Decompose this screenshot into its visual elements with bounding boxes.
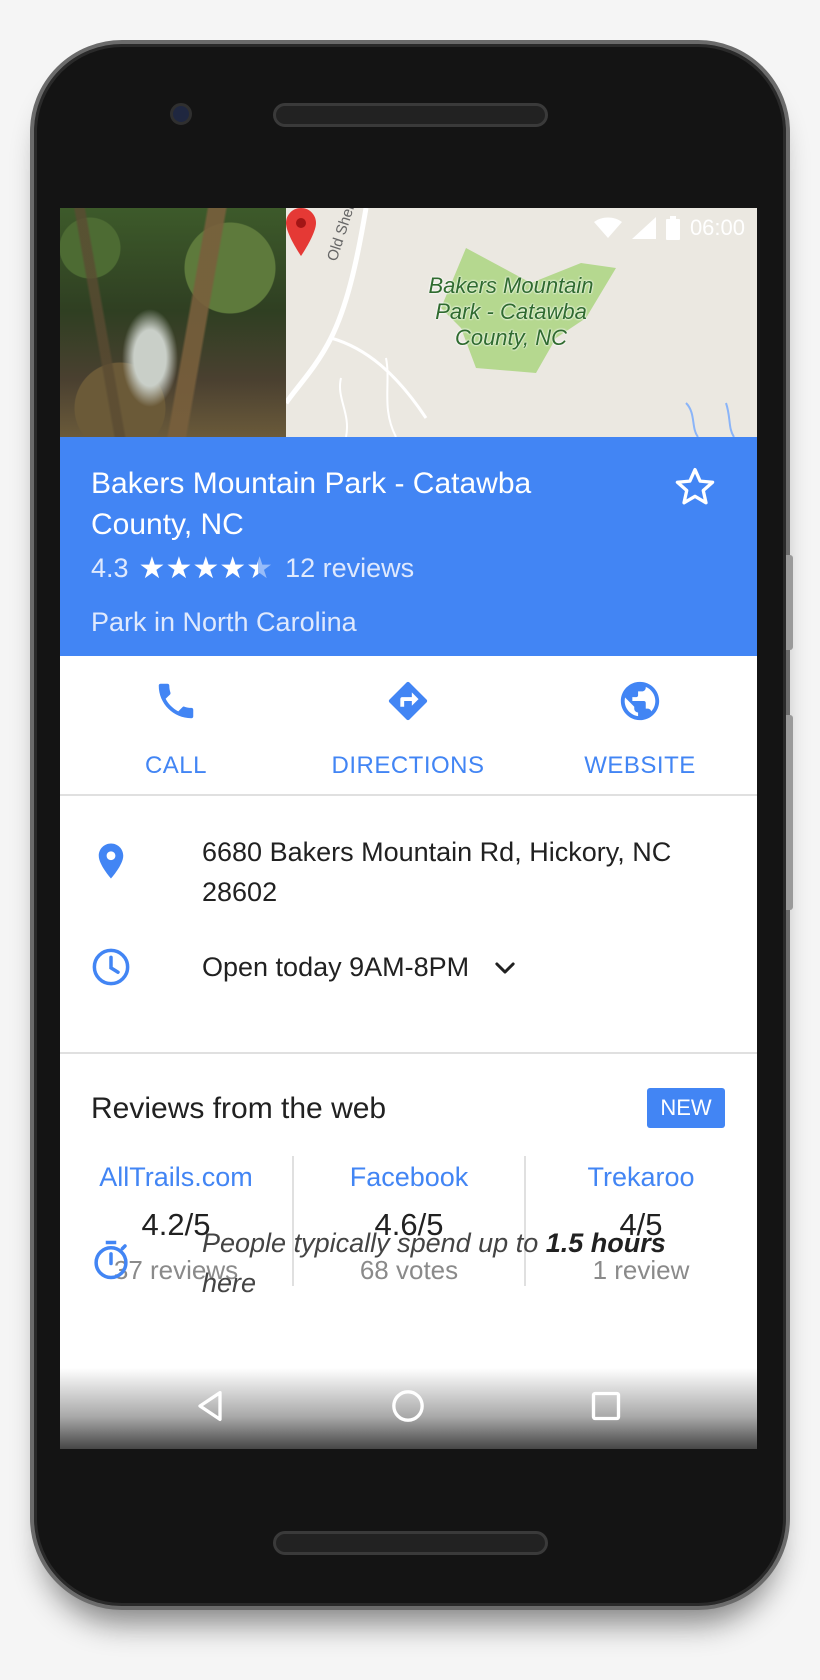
review-source-name[interactable]: Trekaroo: [526, 1162, 756, 1193]
website-label: WEBSITE: [584, 752, 696, 779]
power-button: [786, 715, 793, 910]
battery-icon: [665, 216, 680, 240]
map-park-label: Bakers Mountain Park - Catawba County, N…: [428, 273, 594, 350]
directions-button[interactable]: DIRECTIONS: [292, 656, 524, 796]
directions-icon: [388, 681, 428, 721]
stopwatch-icon: [94, 1240, 128, 1280]
save-star-icon[interactable]: [673, 465, 717, 509]
back-nav-icon[interactable]: [190, 1386, 230, 1426]
top-speaker: [273, 103, 548, 127]
review-source-name[interactable]: AllTrails.com: [60, 1162, 292, 1193]
cell-signal-icon: [631, 217, 656, 239]
place-photo[interactable]: [60, 208, 286, 437]
rating-row[interactable]: 4.3 ★ ★ ★ ★ ★ 12 reviews: [91, 553, 414, 584]
hours-row[interactable]: Open today 9AM-8PM: [202, 952, 519, 983]
place-category: Park in North Carolina: [91, 607, 357, 637]
reviews-title: Reviews from the web: [91, 1092, 387, 1125]
bottom-speaker: [273, 1531, 548, 1555]
front-camera: [170, 103, 192, 125]
clock-icon: [92, 948, 130, 986]
status-bar: 06:00: [457, 208, 757, 248]
hours-text: Open today 9AM-8PM: [202, 952, 470, 982]
call-label: CALL: [144, 752, 208, 779]
new-badge: NEW: [647, 1088, 725, 1128]
recents-nav-icon[interactable]: [586, 1386, 626, 1426]
wifi-icon: [593, 217, 622, 238]
status-time: 06:00: [689, 215, 745, 240]
globe-icon: [620, 681, 660, 721]
rating-value: 4.3: [91, 553, 129, 583]
place-info: 6680 Bakers Mountain Rd, Hickory, NC 286…: [60, 798, 757, 1054]
place-title-panel: Bakers Mountain Park - Catawba County, N…: [60, 437, 757, 656]
address-text[interactable]: 6680 Bakers Mountain Rd, Hickory, NC 286…: [202, 832, 722, 912]
chevron-down-icon[interactable]: [491, 954, 519, 982]
place-header-images: Old Shelby Rd Bakers Mountain Park - Cat…: [60, 208, 757, 437]
action-buttons: CALL DIRECTIONS WEBSITE: [60, 656, 757, 796]
navigation-bar: [60, 1368, 757, 1449]
location-pin-icon: [98, 843, 124, 879]
visit-text-suffix: here: [202, 1268, 257, 1298]
visit-duration: 1.5 hours: [545, 1228, 666, 1258]
phone-icon: [158, 683, 194, 719]
website-button[interactable]: WEBSITE: [524, 656, 756, 796]
typical-visit-text: People typically spend up to 1.5 hours h…: [202, 1223, 722, 1303]
star-icon: ★: [219, 551, 247, 585]
star-icon: ★: [192, 551, 220, 585]
star-icon: ★: [138, 551, 166, 585]
map-pin-icon[interactable]: [286, 208, 316, 256]
review-source-name[interactable]: Facebook: [294, 1162, 524, 1193]
half-star-icon: ★: [246, 551, 274, 585]
phone-screen: Old Shelby Rd Bakers Mountain Park - Cat…: [60, 208, 757, 1449]
home-nav-icon[interactable]: [388, 1386, 428, 1426]
directions-label: DIRECTIONS: [331, 752, 485, 779]
reviews-count: 12 reviews: [285, 553, 415, 583]
visit-text-prefix: People typically spend up to: [202, 1228, 546, 1258]
place-name: Bakers Mountain Park - Catawba County, N…: [91, 467, 532, 541]
volume-button: [786, 555, 793, 650]
rating-stars: ★ ★ ★ ★ ★: [138, 551, 274, 585]
star-icon: ★: [165, 551, 193, 585]
call-button[interactable]: CALL: [60, 656, 292, 796]
